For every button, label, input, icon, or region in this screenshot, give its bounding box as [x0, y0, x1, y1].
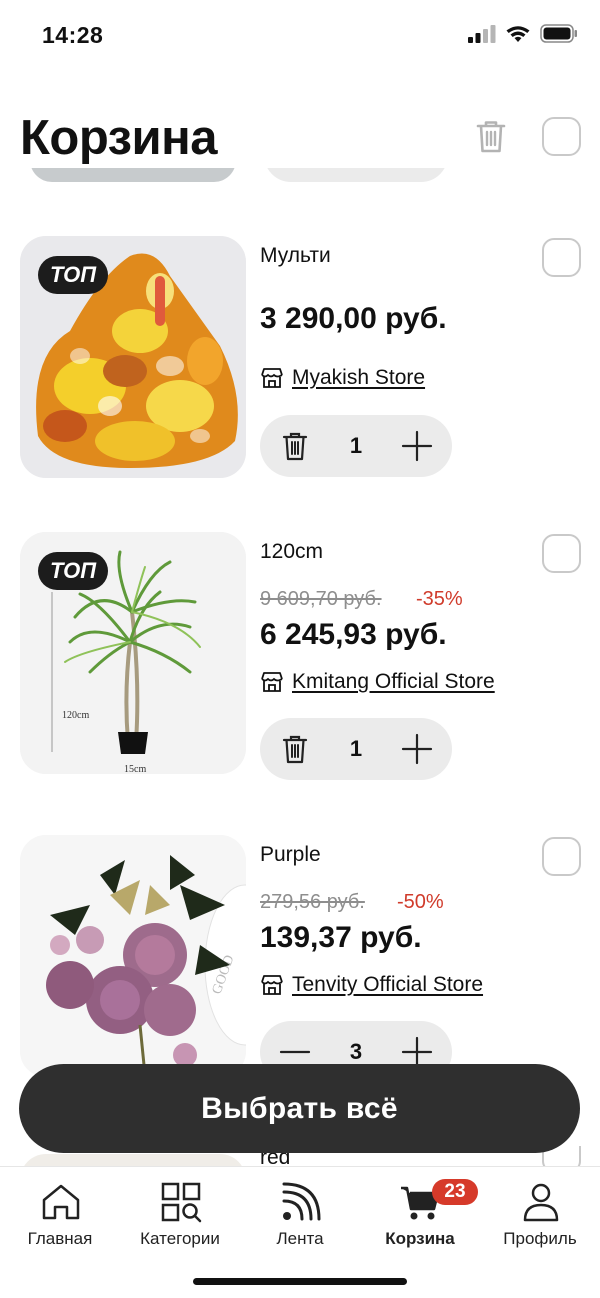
- product-image[interactable]: GOOD: [20, 835, 246, 1077]
- partial-item-image: [30, 168, 236, 182]
- tab-label: Главная: [27, 1229, 93, 1248]
- tab-profile[interactable]: Профиль: [480, 1173, 600, 1253]
- store-icon: [261, 975, 283, 995]
- cart-item: 120cm 15cm ТОП 120cm 9 609,70 руб. -35% …: [0, 532, 600, 782]
- plus-icon[interactable]: [400, 732, 434, 766]
- discount-badge: -50%: [397, 891, 444, 913]
- cart-item: ТОП Мульти 3 290,00 руб. Myakish Store 1: [0, 236, 600, 486]
- quantity-stepper: 1: [260, 718, 452, 780]
- tab-label: Корзина: [385, 1229, 455, 1248]
- battery-icon: [540, 24, 577, 43]
- plant-height-label: 120cm: [62, 710, 89, 721]
- cart-count-badge: 23: [432, 1179, 478, 1205]
- cart-item: GOOD Purple 279,56 руб. -50% 139,37 руб.…: [0, 835, 600, 1085]
- tab-feed[interactable]: Лента: [240, 1173, 360, 1253]
- item-price: 139,37 руб.: [260, 921, 422, 954]
- delete-selected-trash-icon[interactable]: [473, 118, 509, 154]
- store-link[interactable]: Myakish Store: [260, 366, 425, 390]
- tab-label: Профиль: [503, 1229, 577, 1248]
- feed-icon: [282, 1182, 321, 1221]
- item-title[interactable]: 120cm: [260, 540, 323, 564]
- profile-icon: [523, 1183, 559, 1222]
- item-price: 3 290,00 руб.: [260, 302, 447, 335]
- item-title[interactable]: Мульти: [260, 244, 331, 268]
- item-title[interactable]: Purple: [260, 843, 321, 867]
- product-image[interactable]: ТОП: [20, 236, 246, 478]
- signal-icon: [468, 24, 496, 43]
- product-image[interactable]: 120cm 15cm ТОП: [20, 532, 246, 774]
- categories-icon: [161, 1182, 202, 1223]
- item-price: 6 245,93 руб.: [260, 618, 447, 651]
- quantity-stepper: 1: [260, 415, 452, 477]
- tab-cart[interactable]: 23 Корзина: [360, 1173, 480, 1253]
- item-checkbox[interactable]: [542, 238, 581, 277]
- store-link[interactable]: Kmitang Official Store: [260, 670, 495, 694]
- partial-previous-item: [0, 168, 600, 182]
- select-all-button[interactable]: Выбрать всё: [19, 1064, 580, 1153]
- tab-categories[interactable]: Категории: [120, 1173, 240, 1253]
- store-name[interactable]: Tenvity Official Store: [292, 973, 483, 997]
- home-icon: [42, 1184, 80, 1220]
- store-link[interactable]: Tenvity Official Store: [260, 973, 483, 997]
- tab-home[interactable]: Главная: [0, 1173, 120, 1253]
- item-checkbox[interactable]: [542, 534, 581, 573]
- plant-width-label: 15cm: [124, 764, 146, 774]
- partial-item-stepper: [264, 168, 448, 182]
- select-all-checkbox[interactable]: [542, 117, 581, 156]
- store-name[interactable]: Kmitang Official Store: [292, 670, 495, 694]
- status-icons: [468, 24, 578, 43]
- plus-icon[interactable]: [400, 429, 434, 463]
- flowers-illustration: GOOD: [20, 835, 246, 1077]
- wifi-icon: [506, 25, 530, 42]
- old-price: 9 609,70 руб.: [260, 588, 382, 610]
- discount-badge: -35%: [416, 588, 463, 610]
- store-icon: [261, 672, 283, 692]
- item-checkbox[interactable]: [542, 837, 581, 876]
- status-bar: 14:28: [0, 0, 600, 70]
- home-indicator[interactable]: [193, 1278, 407, 1285]
- top-badge: ТОП: [38, 552, 109, 590]
- store-name[interactable]: Myakish Store: [292, 366, 425, 390]
- old-price: 279,56 руб.: [260, 891, 365, 913]
- tab-label: Лента: [276, 1229, 324, 1248]
- tab-label: Категории: [140, 1229, 220, 1248]
- page-title: Корзина: [20, 111, 217, 165]
- top-badge: ТОП: [38, 256, 109, 294]
- store-icon: [261, 368, 283, 388]
- status-time: 14:28: [42, 22, 104, 48]
